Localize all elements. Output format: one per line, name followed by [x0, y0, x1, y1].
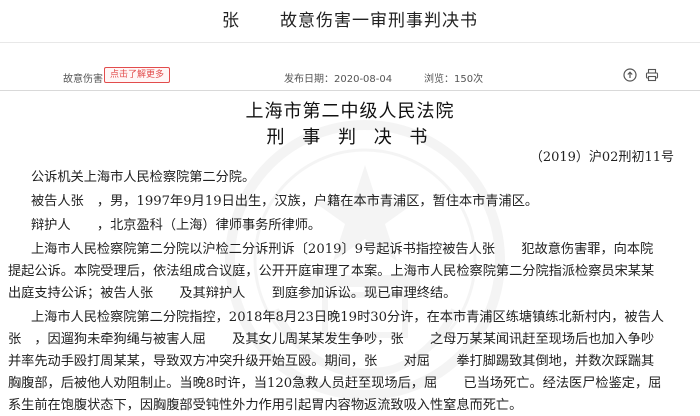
doc-line-para2-1: 上海市人民检察院第二分院指控，2018年8月23日晚19时30分许，在本市青浦区…	[31, 310, 664, 325]
doc-line-para1-1: 上海市人民检察院第二分院以沪检二分诉刑诉〔2019〕9号起诉书指控被告人张 犯故…	[31, 242, 654, 257]
doc-line-para2-3: 并率先动手殴打周某某，导致双方冲突升级开始互殴。期间，张 对屈 拳打脚踢致其倒地…	[8, 354, 655, 369]
doc-line-para1-3: 出庭支持公诉；被告人张 及其辩护人 到庭参加诉讼。现已审理终结。	[8, 286, 457, 301]
page-title: 张 故意伤害一审刑事判决书	[0, 6, 700, 31]
meta-divider	[0, 90, 700, 91]
view-count: 浏览：150次	[424, 74, 484, 85]
doc-line-counsel: 辩护人 ，北京盈科（上海）律师事务所律师。	[31, 218, 322, 233]
share-icon[interactable]	[623, 68, 637, 82]
doc-line-para2-5: 系生前在饱腹状态下，因胸腹部受钝性外力作用引起胃内容物返流致吸入性窒息而死亡。	[8, 398, 523, 413]
case-category: 故意伤害	[63, 74, 103, 85]
title-text: 故意伤害一审刑事判决书	[280, 11, 478, 31]
title-defendant: 张	[222, 11, 240, 31]
doc-line-defendant: 被告人张 ，男，1997年9月19日出生，汉族，户籍在本市青浦区，暂住本市青浦区…	[31, 194, 539, 209]
doc-line-para2-2: 张 ，因遛狗未牵狗绳与被害人屈 及其女儿周某某发生争吵，张 之母万某某闻讯赶至现…	[8, 332, 655, 347]
publish-date: 发布日期：2020-08-04	[284, 74, 393, 85]
court-name: 上海市第二中级人民法院	[245, 101, 455, 122]
doc-line-para2-4: 胸腹部，后被他人劝阻制止。当晚8时许，当120急救人员赶至现场后，屈 已当场死亡…	[8, 376, 662, 391]
learn-more-tag[interactable]: 点击了解更多	[104, 67, 171, 83]
case-number: （2019）沪02刑初11号	[529, 150, 674, 165]
title-divider	[0, 42, 700, 43]
doc-line-para1-2: 提起公诉。本院受理后，依法组成合议庭，公开开庭审理了本案。上海市人民检察院第二分…	[8, 264, 655, 279]
print-icon[interactable]	[645, 68, 659, 82]
doc-line-prosecutor: 公诉机关上海市人民检察院第二分院。	[31, 170, 256, 185]
meta-bar: 故意伤害 点击了解更多 发布日期：2020-08-04 浏览：150次	[0, 62, 700, 92]
